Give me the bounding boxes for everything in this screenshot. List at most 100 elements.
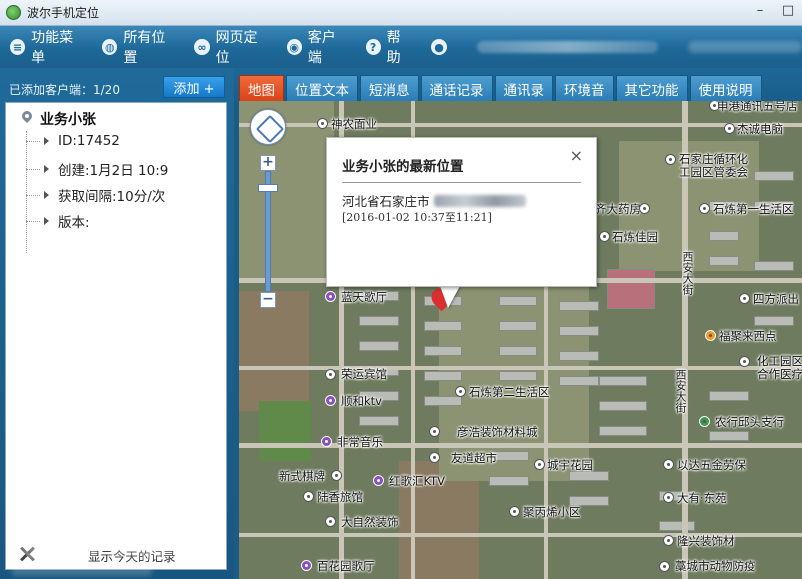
map-label: 百花园歌厅 [317,559,375,573]
poi-marker-icon[interactable] [455,386,466,397]
poi-marker-icon[interactable] [534,459,545,470]
menu-function-label: 功能菜单 [31,30,74,66]
poi-ktv-icon[interactable] [301,560,312,571]
user-account[interactable]: ● [431,39,453,55]
expand-arrow-icon [44,217,49,225]
tab-bar: 地图 位置文本 短消息 通话记录 通讯录 环境音 其它功能 使用说明 [234,68,802,101]
map-label-street: 西安大街 [674,369,687,413]
menu-bar: ≡ 功能菜单 ◍ 所有位置 ∞ 网页定位 ◉ 客户端 ? 帮助 ● [0,26,802,68]
tab-sms[interactable]: 短消息 [360,75,419,101]
poi-food-icon[interactable] [705,330,716,341]
poi-ktv-icon[interactable] [325,395,336,406]
add-client-button[interactable]: 添加 + [163,76,225,98]
poi-marker-icon[interactable] [665,154,676,165]
tab-map[interactable]: 地图 [239,75,284,101]
popup-divider [342,182,581,183]
map-label: 友道超市 [451,451,497,465]
title-bar: 波尔手机定位 – □ [0,0,802,26]
popup-title: 业务小张的最新位置 [342,159,464,175]
client-count: 已添加客户端：1/20 [9,83,120,97]
poi-marker-icon[interactable] [659,561,670,572]
poi-marker-icon[interactable] [331,470,342,481]
poi-marker-icon[interactable] [699,203,710,214]
poi-hotel-icon[interactable] [325,369,336,380]
tab-other-functions[interactable]: 其它功能 [615,75,688,101]
poi-marker-icon[interactable] [429,452,440,463]
sidebar: 已添加客户端：1/20 添加 + 业务小张 ID:17452 创建:1月2日 1… [0,68,234,579]
tab-instructions[interactable]: 使用说明 [689,75,762,101]
location-popup: 业务小张的最新位置 × 河北省石家庄市 [2016-01-02 10:37至11… [326,137,597,287]
tree-item-label: 创建:1月2日 10:9 [58,163,169,179]
poi-marker-icon[interactable] [599,231,610,242]
poi-ktv-icon[interactable] [325,291,336,302]
map-label: 齐大药房 [595,202,641,216]
tree-item-id[interactable]: ID:17452 [26,133,120,149]
poi-marker-icon[interactable] [739,293,750,304]
map-label: 荣运宾馆 [341,367,387,381]
user-info-redacted [477,41,658,53]
tree-root-client[interactable]: 业务小张 [20,109,96,129]
poi-ktv-icon[interactable] [321,436,332,447]
map-label: 神农面业 [331,117,377,131]
menu-all-locations-label: 所有位置 [123,30,166,66]
zoom-out-button[interactable]: − [260,292,276,308]
popup-address: 河北省石家庄市 [342,191,526,210]
expand-arrow-icon [44,165,49,173]
menu-web-locate-label: 网页定位 [215,30,258,66]
map-label: 石炼第二生活区 [469,385,550,399]
map-label: 红歌汇KTV [389,474,446,488]
tree-item-label: 获取间隔:10分/次 [58,189,166,205]
poi-marker-icon[interactable] [639,203,650,214]
tree-item-created[interactable]: 创建:1月2日 10:9 [26,159,168,179]
map-label: 藁城市动物防疫 [675,559,756,573]
client-header: 已添加客户端：1/20 添加 + [0,68,234,102]
tab-ambient-audio[interactable]: 环境音 [555,75,614,101]
poi-hotel-icon[interactable] [303,491,314,502]
menu-web-locate[interactable]: ∞ 网页定位 [194,27,268,67]
poi-ktv-icon[interactable] [373,475,384,486]
zoom-slider-handle[interactable] [258,184,278,192]
map-label: 新式棋牌 [279,469,325,483]
poi-bank-icon[interactable] [699,416,710,427]
map-label: 石炼第一生活区 [713,202,794,216]
map-label: 合作医疗 [757,367,802,381]
poi-marker-icon[interactable] [724,123,735,134]
tree-item-version[interactable]: 版本: [26,211,90,231]
help-icon: ? [365,39,381,55]
redacted-info [110,546,194,558]
poi-marker-icon[interactable] [429,426,440,437]
popup-pointer [440,286,460,308]
poi-marker-icon[interactable] [663,459,674,470]
map-label: 彦浩装饰材料城 [457,425,538,439]
tab-contacts[interactable]: 通讯录 [494,75,553,101]
user-extra-redacted [687,41,802,53]
map-label: 以达五金劳保 [677,458,746,472]
location-pin-icon [20,111,34,127]
maximize-icon[interactable]: □ [774,0,802,20]
menu-help[interactable]: ? 帮助 [365,27,414,67]
camera-icon: ◉ [286,39,302,55]
zoom-in-button[interactable]: + [260,155,276,171]
poi-marker-icon[interactable] [325,516,336,527]
menu-all-locations[interactable]: ◍ 所有位置 [102,27,176,67]
poi-marker-icon[interactable] [739,356,750,367]
poi-marker-icon[interactable] [663,535,674,546]
map-label: 顺和ktv [341,394,382,408]
tree-item-interval[interactable]: 获取间隔:10分/次 [26,185,165,205]
minimize-icon[interactable]: – [746,0,774,20]
menu-client[interactable]: ◉ 客户端 [286,27,348,67]
poi-marker-icon[interactable] [509,506,520,517]
map-road [239,366,802,370]
map-label: 农行邱头支行 [715,415,784,429]
map-label: 工园区管委会 [679,165,748,179]
tab-call-log[interactable]: 通话记录 [420,75,493,101]
poi-marker-icon[interactable] [317,118,328,129]
map-field [239,291,309,411]
menu-function[interactable]: ≡ 功能菜单 [10,27,84,67]
user-icon: ● [431,39,448,55]
expand-arrow-icon [44,137,49,145]
close-icon[interactable]: × [570,146,583,165]
tab-location-text[interactable]: 位置文本 [286,75,358,101]
map-pan-control[interactable] [250,109,286,145]
poi-marker-icon[interactable] [663,492,674,503]
